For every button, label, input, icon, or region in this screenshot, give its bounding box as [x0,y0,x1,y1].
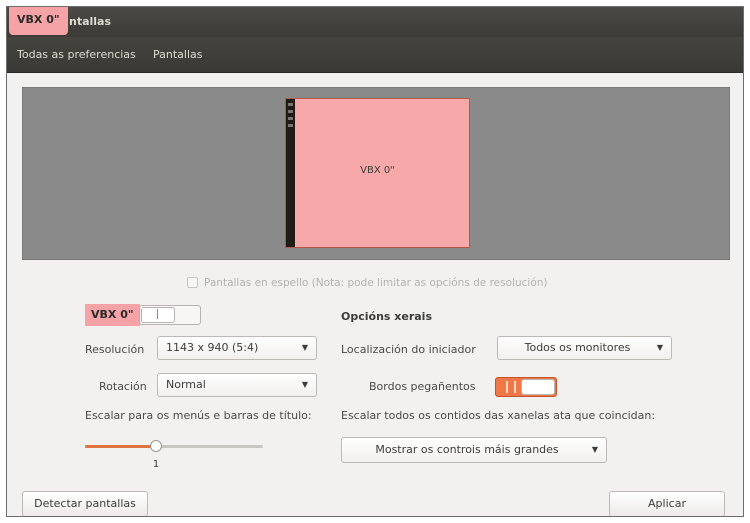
title-monitor-badge: VBX 0" [9,7,68,35]
rotation-label: Rotación [99,380,147,393]
switch-knob [141,307,175,323]
rotation-value: Normal [166,378,206,391]
scale-slider-value: 1 [152,459,160,470]
chevron-down-icon: ▼ [656,343,663,352]
chevron-down-icon: ▼ [591,445,598,454]
launcher-placement-label: Localización do iniciador [341,343,476,356]
toolbar: Todas as preferencias Pantallas [7,37,743,73]
scale-slider[interactable] [85,440,263,452]
all-settings-button[interactable]: Todas as preferencias [17,48,136,61]
monitor-preview-label: VBX 0" [360,165,395,176]
display-enable-switch[interactable] [139,305,201,325]
scale-all-dropdown[interactable]: Mostrar os controis máis grandes ▼ [341,437,607,463]
apply-button[interactable]: Aplicar [609,491,725,516]
chevron-down-icon: ▼ [301,380,308,389]
sticky-edges-label: Bordos pegañentos [369,380,476,393]
breadcrumb-current[interactable]: Pantallas [153,48,203,61]
chevron-down-icon: ▼ [301,343,308,352]
mirror-label: Pantallas en espello (Nota: pode limitar… [204,277,548,289]
mirror-checkbox[interactable] [187,277,198,288]
monitor-arrangement-area: VBX 0" [22,87,730,260]
display-name-badge: VBX 0" [85,304,140,326]
switch-grip [157,309,158,319]
title-bar: VBX 0" ntallas [7,7,743,37]
displays-window: VBX 0" ntallas Todas as preferencias Pan… [6,6,744,517]
scale-slider-fill [85,445,156,448]
resolution-label: Resolución [85,343,145,356]
rotation-dropdown[interactable]: Normal ▼ [157,373,317,397]
scale-slider-handle[interactable] [150,440,162,452]
detect-displays-button[interactable]: Detectar pantallas [22,491,148,516]
monitor-preview[interactable]: VBX 0" [285,98,470,248]
switch-knob [521,379,555,395]
resolution-value: 1143 x 940 (5:4) [166,341,259,354]
scale-all-label: Escalar todos os contidos das xanelas at… [341,409,656,422]
resolution-dropdown[interactable]: 1143 x 940 (5:4) ▼ [157,336,317,360]
launcher-placement-dropdown[interactable]: Todos os monitores ▼ [497,336,672,360]
displays-panel: VBX 0" Pantallas en espello (Nota: pode … [7,73,743,516]
launcher-placement-value: Todos os monitores [524,341,631,354]
general-options-heading: Opcións xerais [341,310,433,323]
scale-all-value: Mostrar os controis máis grandes [375,443,559,456]
mirror-displays-option[interactable]: Pantallas en espello (Nota: pode limitar… [187,277,547,289]
scale-menus-label: Escalar para os menús e barras de título… [85,409,312,422]
sticky-edges-switch[interactable] [495,377,557,397]
window-title: ntallas [69,15,112,28]
